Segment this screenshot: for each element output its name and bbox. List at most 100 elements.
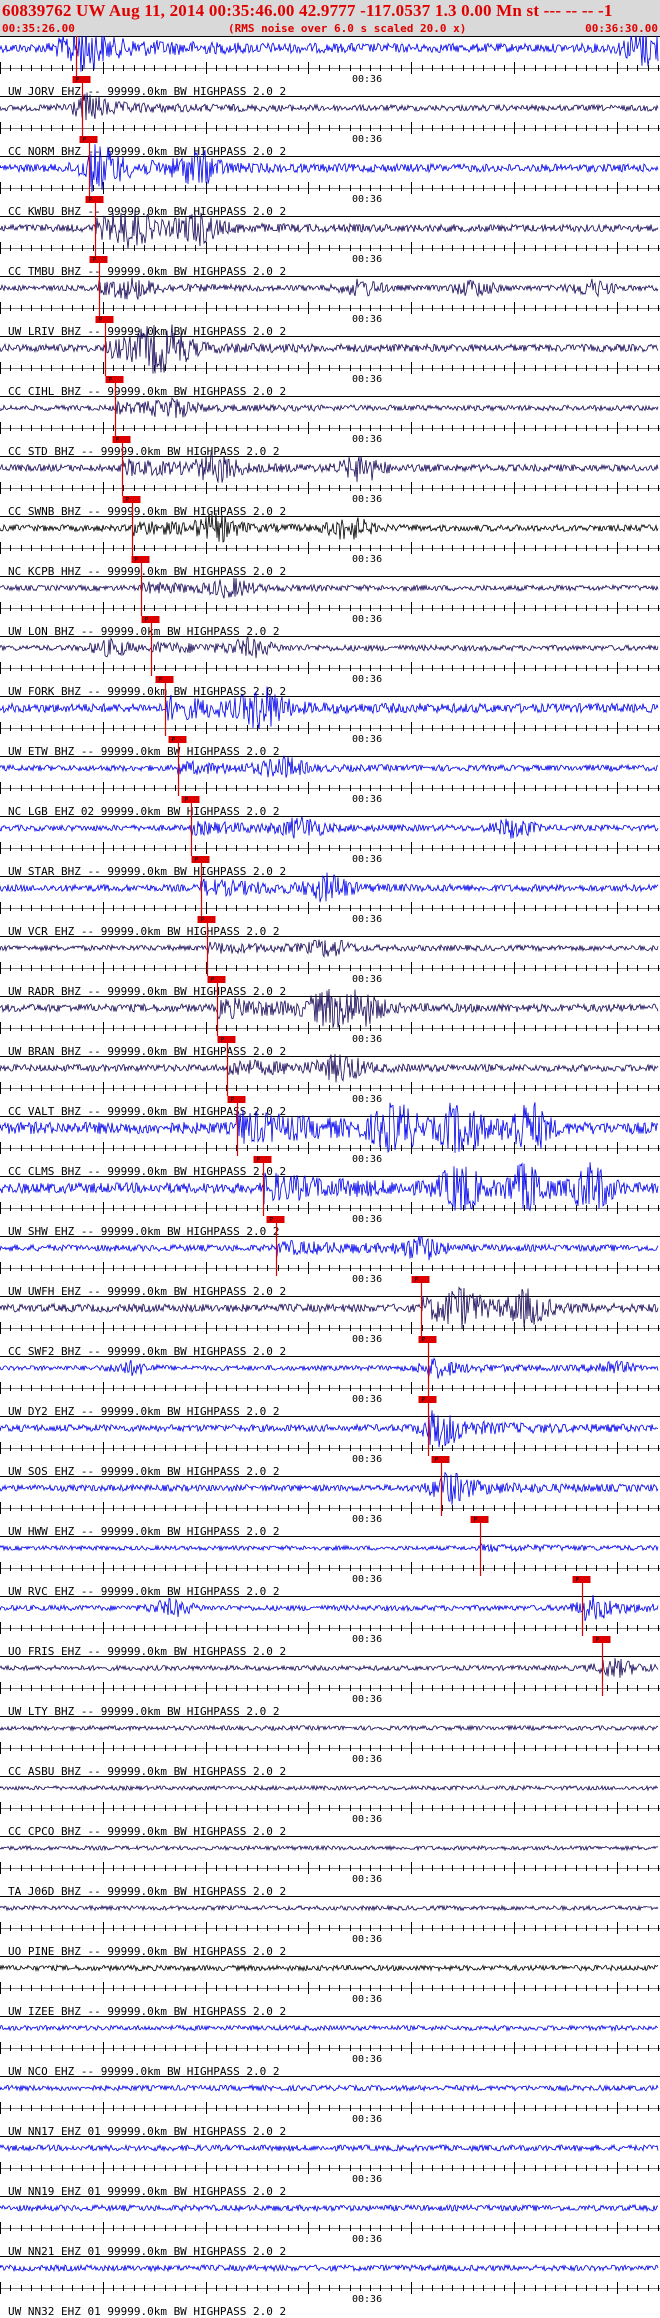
time-ticks bbox=[0, 122, 659, 134]
waveform-trace bbox=[0, 2143, 659, 2153]
minute-tick-label: 00:36 bbox=[352, 1034, 382, 1045]
minute-tick-label: 00:36 bbox=[352, 1334, 382, 1345]
minute-tick-label: 00:36 bbox=[352, 854, 382, 865]
pick-label: P bbox=[89, 197, 93, 204]
channel-row: 00:36TA J06D BHZ -- 99999.0km BW HIGHPAS… bbox=[0, 1836, 660, 1898]
minute-tick-label: 00:36 bbox=[352, 1394, 382, 1405]
channel-row: 00:36 UW NN32 EHZ 01 99999.0km BW HIGHPAS… bbox=[0, 2256, 660, 2318]
minute-tick-label: 00:36 bbox=[352, 2054, 382, 2065]
waveform-trace bbox=[0, 816, 659, 839]
time-ticks bbox=[0, 2282, 659, 2294]
waveform-trace bbox=[0, 2024, 659, 2033]
channel-row: 00:36UW NN21 EHZ 01 99999.0km BW HIGHPAS… bbox=[0, 2196, 660, 2258]
time-ticks bbox=[0, 2102, 659, 2114]
waveform-trace bbox=[0, 1844, 659, 1852]
time-ticks bbox=[0, 1862, 659, 1874]
minute-tick-label: 00:36 bbox=[352, 1694, 382, 1705]
minute-tick-label: 00:36 bbox=[352, 194, 382, 205]
time-ticks bbox=[0, 1082, 659, 1094]
minute-tick-label: 00:36 bbox=[352, 2234, 382, 2245]
waveform-trace bbox=[0, 2263, 659, 2273]
time-ticks bbox=[0, 962, 659, 974]
pick-label: P bbox=[76, 77, 80, 84]
waveform-trace bbox=[0, 1357, 659, 1379]
pick-label: P bbox=[415, 1277, 419, 1284]
time-ticks bbox=[0, 1382, 659, 1394]
minute-tick-label: 00:36 bbox=[352, 2174, 382, 2185]
waveform-trace bbox=[0, 577, 659, 599]
pick-label: P bbox=[211, 977, 215, 984]
time-ticks bbox=[0, 1982, 659, 1994]
waveform-trace bbox=[0, 1784, 659, 1792]
minute-tick-label: 00:36 bbox=[352, 254, 382, 265]
waveform-trace bbox=[0, 939, 659, 958]
minute-tick-label: 00:36 bbox=[352, 1934, 382, 1945]
minute-tick-label: 00:36 bbox=[352, 2114, 382, 2125]
minute-tick-label: 00:36 bbox=[352, 734, 382, 745]
pick-label: P bbox=[201, 917, 205, 924]
minute-tick-label: 00:36 bbox=[352, 794, 382, 805]
pick-label: P bbox=[231, 1097, 235, 1104]
record-header: 60839762 UW Aug 11, 2014 00:35:46.00 42.… bbox=[0, 0, 660, 36]
time-ticks bbox=[0, 1202, 659, 1214]
time-ticks bbox=[0, 1562, 659, 1574]
pick-label: P bbox=[270, 1217, 274, 1224]
minute-tick-label: 00:36 bbox=[352, 314, 382, 325]
channel-label: UW NN32 EHZ 01 99999.0km BW HIGHPASS 2.0… bbox=[8, 2305, 286, 2318]
minute-tick-label: 00:36 bbox=[352, 1514, 382, 1525]
minute-tick-label: 00:36 bbox=[352, 1874, 382, 1885]
time-ticks bbox=[0, 1502, 659, 1514]
time-ticks bbox=[0, 1622, 659, 1634]
time-ticks bbox=[0, 1322, 659, 1334]
channel-row: 00:36UW NN17 EHZ 01 99999.0km BW HIGHPAS… bbox=[0, 2076, 660, 2138]
pick-label: P bbox=[221, 1037, 225, 1044]
waveform-trace bbox=[0, 1053, 659, 1083]
time-ticks bbox=[0, 2042, 659, 2054]
minute-tick-label: 00:36 bbox=[352, 1994, 382, 2005]
pick-label: P bbox=[83, 137, 87, 144]
minute-tick-label: 00:36 bbox=[352, 554, 382, 565]
channel-row: 00:36PUW LRIV BHZ -- 99999.0km BW HIGHPA… bbox=[0, 256, 660, 338]
pick-label: P bbox=[422, 1337, 426, 1344]
time-ticks bbox=[0, 662, 659, 674]
minute-tick-label: 00:36 bbox=[352, 434, 382, 445]
waveform-trace bbox=[0, 1542, 659, 1553]
time-ticks bbox=[0, 1682, 659, 1694]
minute-tick-label: 00:36 bbox=[352, 1574, 382, 1585]
scaling-note: (RMS noise over 6.0 s scaled 20.0 x) bbox=[228, 22, 467, 35]
time-ticks bbox=[0, 362, 659, 374]
channel-row: 00:36CC ASBU BHZ -- 99999.0km BW HIGHPAS… bbox=[0, 1716, 660, 1778]
waveform-trace bbox=[0, 2203, 659, 2213]
time-ticks bbox=[0, 602, 659, 614]
pick-label: P bbox=[596, 1637, 600, 1644]
time-ticks bbox=[0, 782, 659, 794]
time-ticks bbox=[0, 62, 659, 74]
time-ticks bbox=[0, 1022, 659, 1034]
minute-tick-label: 00:36 bbox=[352, 1214, 382, 1225]
waveform-trace bbox=[0, 2083, 659, 2093]
pick-label: P bbox=[126, 497, 130, 504]
pick-label: P bbox=[257, 1157, 261, 1164]
pick-label: P bbox=[422, 1397, 426, 1404]
time-ticks bbox=[0, 1442, 659, 1454]
time-ticks bbox=[0, 242, 659, 254]
minute-tick-label: 00:36 bbox=[352, 674, 382, 685]
waveform-trace bbox=[0, 1904, 659, 1912]
waveform-trace bbox=[0, 397, 659, 419]
time-ticks bbox=[0, 1742, 659, 1754]
time-ticks bbox=[0, 1262, 659, 1274]
time-ticks bbox=[0, 422, 659, 434]
time-ticks bbox=[0, 542, 659, 554]
waveform-trace bbox=[0, 1236, 659, 1261]
minute-tick-label: 00:36 bbox=[352, 974, 382, 985]
channel-row: 00:36UO PINE BHZ -- 99999.0km BW HIGHPAS… bbox=[0, 1896, 660, 1958]
end-time: 00:36:30.00 bbox=[585, 22, 658, 35]
minute-tick-label: 00:36 bbox=[352, 1154, 382, 1165]
minute-tick-label: 00:36 bbox=[352, 1754, 382, 1765]
minute-tick-label: 00:36 bbox=[352, 134, 382, 145]
event-title: 60839762 UW Aug 11, 2014 00:35:46.00 42.… bbox=[2, 1, 613, 20]
pick-label: P bbox=[185, 797, 189, 804]
channel-row: 00:36UW NN19 EHZ 01 99999.0km BW HIGHPAS… bbox=[0, 2136, 660, 2198]
pick-label: P bbox=[109, 377, 113, 384]
waveform-trace bbox=[0, 1964, 659, 1973]
